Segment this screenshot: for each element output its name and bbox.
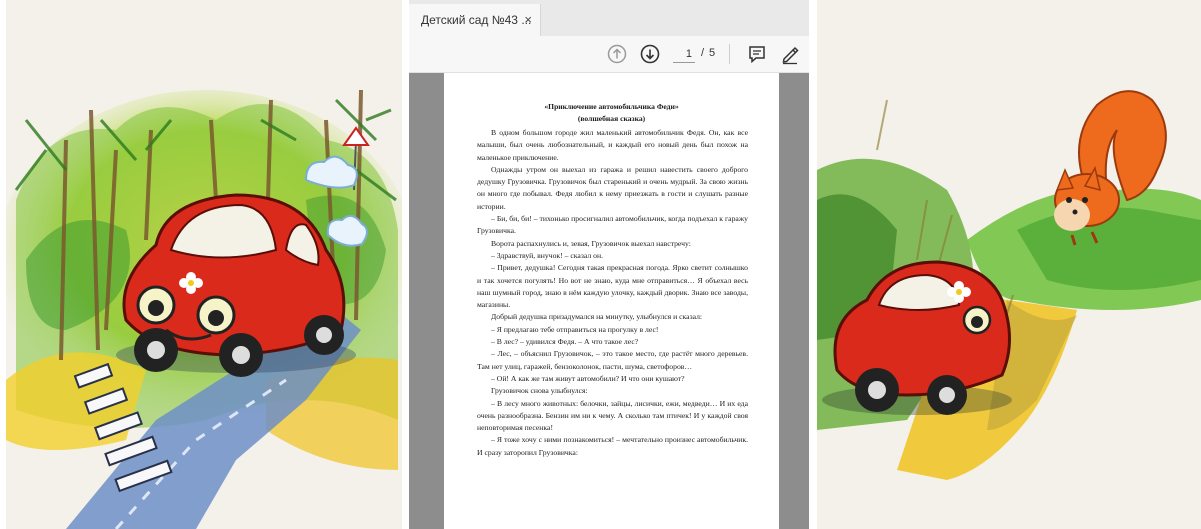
right-illustration [817,0,1201,529]
page-separator: / [701,47,705,59]
left-illustration [6,0,402,529]
pen-icon[interactable] [779,43,801,65]
paragraph: – Здравствуй, внучок! – сказал он. [491,250,603,260]
paragraph: Добрый дедушка призадумался на минутку, … [491,312,703,322]
paragraph: Однажды утром он выехал из гаража и реши… [477,164,748,211]
comment-icon[interactable] [746,43,768,65]
paragraph: – В лесу много животных: белочки, зайцы,… [477,398,748,433]
paragraph: Ворота распахнулись и, зевая, Грузовичок… [491,238,691,248]
tab-title: Детский сад №43 ... [421,13,532,27]
paragraph: – Ой! А как же там живут автомобили? И ч… [491,373,685,383]
paragraph: – Лес, – объяснил Грузовичок, – это тако… [477,349,748,371]
document-title: «Приключение автомобильчика Феди» [544,102,679,111]
close-icon[interactable]: × [524,12,532,28]
red-car-on-forest-road-drawing [6,0,402,529]
pdf-toolbar: / 5 [409,36,809,73]
paragraph: – Привет, дедушка! Сегодня такая прекрас… [477,263,748,310]
document-subtitle: (волшебная сказка) [577,114,646,123]
paragraph: – Би, би, би! – тихонько просигналил авт… [477,214,748,236]
document-body: В одном большом городе жил маленький авт… [477,127,748,459]
pdf-viewer: Детский сад №43 ... × / 5 «Приключение а… [409,0,809,529]
arrow-down-circle-icon[interactable] [639,43,661,65]
toolbar-divider [729,44,730,64]
paragraph: В одном большом городе жил маленький авт… [477,128,748,162]
red-car-and-squirrel-drawing [817,0,1201,529]
tab-bar: Детский сад №43 ... × [409,0,809,37]
document-page: «Приключение автомобильчика Феди» (волше… [444,73,779,529]
paragraph: Грузовичок снова улыбнулся: [491,386,588,396]
paragraph: – Я предлагаю тебе отправиться на прогул… [491,324,659,334]
paragraph: – Я тоже хочу с ними познакомиться! – ме… [477,435,748,457]
document-tab[interactable]: Детский сад №43 ... × [409,4,541,36]
page-number-input[interactable] [673,45,695,63]
paragraph: – В лес? – удивился Федя. – А что такое … [491,337,639,347]
total-pages: 5 [709,47,716,59]
arrow-up-circle-icon[interactable] [606,43,628,65]
